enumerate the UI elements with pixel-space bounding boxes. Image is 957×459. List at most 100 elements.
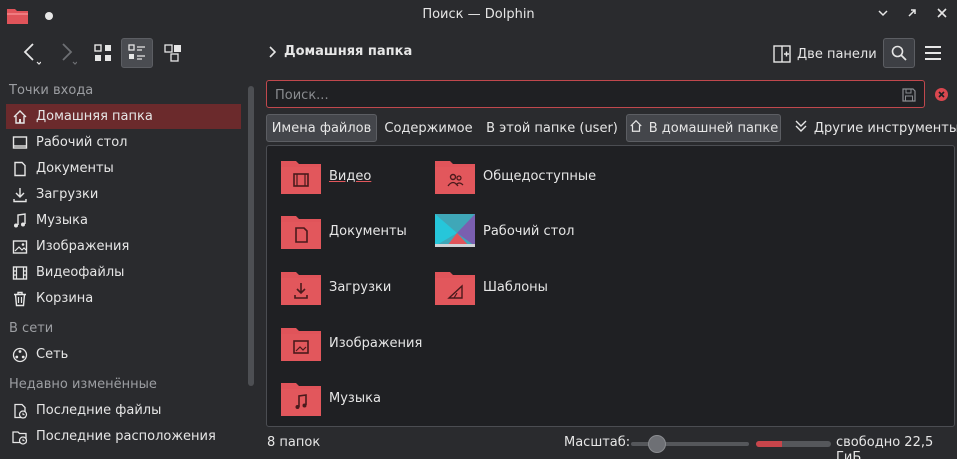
split-view-button[interactable]: Две панели	[773, 39, 877, 69]
file-name: Загрузки	[329, 279, 392, 295]
desktop-folder-icon	[435, 214, 475, 247]
item-count: 8 папок	[267, 435, 321, 450]
details-view-button[interactable]	[158, 38, 188, 68]
search-toggle-button[interactable]	[883, 38, 915, 68]
sidebar-item-label: Последние расположения	[36, 429, 216, 444]
sidebar-item-pictures[interactable]: Изображения	[6, 234, 241, 259]
folder-item-templates[interactable]: Шаблоны	[435, 265, 548, 309]
search-input[interactable]	[275, 86, 875, 104]
compact-view-button[interactable]	[121, 38, 153, 68]
places-panel: Точки входа Домашняя папка Рабочий стол …	[0, 78, 244, 459]
sidebar-item-label: Документы	[36, 161, 114, 176]
search-icon	[891, 45, 907, 61]
split-view-label: Две панели	[797, 46, 877, 62]
breadcrumb-home[interactable]: Домашняя папка	[284, 44, 412, 59]
sidebar-item-music[interactable]: Музыка	[6, 208, 241, 233]
music-icon	[12, 212, 28, 229]
sidebar-item-downloads[interactable]: Загрузки	[6, 182, 241, 207]
file-name: Видео	[329, 168, 372, 184]
sidebar-item-label: Рабочий стол	[36, 135, 128, 150]
sidebar-item-desktop[interactable]: Рабочий стол	[6, 130, 241, 155]
desktop-icon	[12, 135, 28, 151]
breadcrumb[interactable]: Домашняя папка	[268, 44, 412, 59]
image-icon	[12, 239, 28, 255]
folder-item-videos[interactable]: Видео	[281, 154, 371, 198]
file-view[interactable]: Видео Документы Загрузки Изображения Муз…	[266, 145, 955, 427]
more-tools-button[interactable]: Другие инструменты	[795, 114, 957, 142]
sidebar-item-recent-locations[interactable]: Последние расположения	[6, 424, 241, 449]
this-folder-label: В этой папке (user)	[486, 120, 618, 136]
sidebar-item-videos[interactable]: Видеофайлы	[6, 260, 241, 285]
compact-view-icon	[128, 44, 145, 60]
file-name: Изображения	[329, 335, 423, 351]
network-header: В сети	[9, 321, 54, 336]
hamburger-menu-icon[interactable]	[923, 44, 943, 62]
title-bar: Поиск — Dolphin	[0, 0, 957, 32]
sidebar-item-label: Корзина	[36, 291, 94, 306]
more-tools-label: Другие инструменты	[813, 120, 957, 136]
status-bar: 8 папок Масштаб: свободно 22,5 ГиБ	[266, 432, 957, 459]
close-search-icon[interactable]	[935, 88, 948, 101]
file-name: Музыка	[329, 390, 381, 406]
minimize-icon[interactable]	[873, 6, 893, 26]
this-folder-button[interactable]: В этой папке (user)	[486, 114, 618, 142]
disk-usage-bar[interactable]	[756, 441, 831, 447]
search-options: Имена файлов Содержимое В этой папке (us…	[266, 114, 957, 142]
sidebar-item-recent-files[interactable]: Последние файлы	[6, 398, 241, 423]
grid-view-icon	[94, 44, 111, 61]
sidebar-item-label: Изображения	[36, 239, 130, 254]
window-title: Поиск — Dolphin	[422, 7, 535, 22]
filenames-filter-button[interactable]: Имена файлов	[266, 114, 377, 142]
sidebar-item-label: Домашняя папка	[36, 109, 153, 124]
sidebar-item-label: Видеофайлы	[36, 265, 125, 280]
sidebar-item-label: Последние файлы	[36, 403, 162, 418]
filenames-filter-label: Имена файлов	[271, 120, 372, 136]
double-chevron-down-icon	[794, 119, 808, 137]
sidebar-item-label: Загрузки	[36, 187, 99, 202]
main-toolbar: Домашняя папка Две панели	[0, 32, 957, 76]
document-icon	[12, 161, 28, 177]
content-filter-button[interactable]: Содержимое	[382, 114, 475, 142]
video-icon	[12, 265, 28, 281]
file-name: Документы	[329, 223, 407, 239]
close-window-icon[interactable]	[932, 6, 952, 26]
chevron-right-icon	[269, 45, 276, 58]
folder-item-downloads[interactable]: Загрузки	[281, 265, 391, 309]
sidebar-item-trash[interactable]: Корзина	[6, 286, 241, 311]
back-button[interactable]	[14, 38, 46, 68]
zoom-slider-handle[interactable]	[648, 435, 666, 453]
sidebar-item-network[interactable]: Сеть	[6, 342, 241, 367]
folder-item-pictures[interactable]: Изображения	[281, 321, 422, 365]
file-name: Шаблоны	[483, 279, 548, 295]
file-name: Общедоступные	[483, 168, 597, 184]
sidebar-item-home[interactable]: Домашняя папка	[6, 104, 241, 129]
home-folder-button[interactable]: В домашней папке	[626, 114, 781, 142]
sidebar-item-documents[interactable]: Документы	[6, 156, 241, 181]
folder-item-documents[interactable]: Документы	[281, 209, 407, 253]
video-folder-icon	[281, 161, 321, 194]
maximize-icon[interactable]	[902, 6, 922, 26]
public-folder-icon	[435, 161, 475, 194]
recent-header: Недавно изменённые	[9, 377, 157, 392]
file-name: Рабочий стол	[483, 223, 575, 239]
templates-folder-icon	[435, 272, 475, 305]
search-bar	[266, 80, 925, 108]
home-icon	[12, 109, 28, 125]
folder-item-music[interactable]: Музыка	[281, 376, 381, 420]
network-icon	[12, 347, 28, 363]
downloads-folder-icon	[281, 272, 321, 305]
save-search-icon[interactable]	[902, 88, 916, 102]
download-icon	[12, 187, 28, 203]
sidebar-scrollbar[interactable]	[248, 86, 254, 386]
details-view-icon	[164, 44, 181, 62]
folder-item-desktop[interactable]: Рабочий стол	[435, 209, 574, 253]
split-view-icon	[773, 45, 791, 63]
forward-arrow-icon	[62, 43, 77, 65]
forward-button[interactable]	[50, 38, 82, 68]
sidebar-item-label: Сеть	[36, 347, 69, 362]
trash-icon	[12, 291, 28, 307]
icons-view-button[interactable]	[88, 38, 118, 68]
folder-item-public[interactable]: Общедоступные	[435, 154, 596, 198]
pictures-folder-icon	[281, 328, 321, 361]
home-folder-label: В домашней папке	[648, 120, 779, 136]
